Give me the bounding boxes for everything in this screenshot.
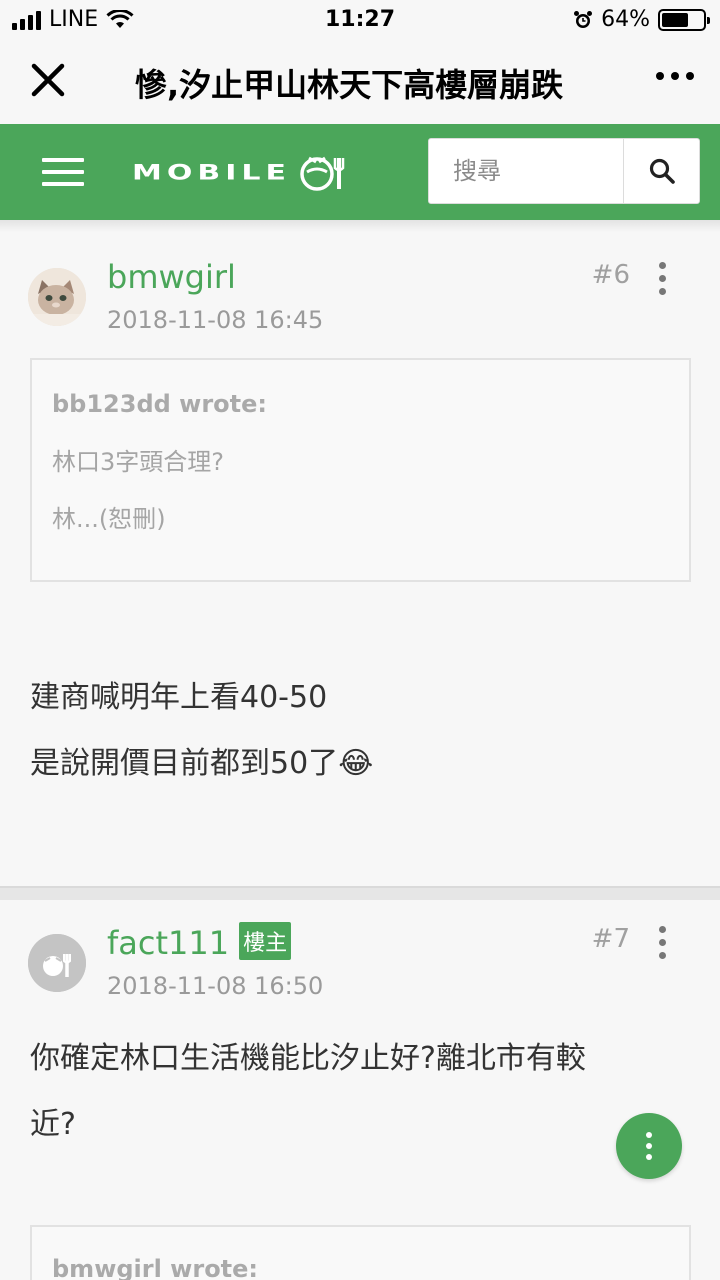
avatar[interactable] <box>28 934 86 992</box>
quote-line: 林...(恕刪) <box>52 505 166 533</box>
post-body-line: 是說開價目前都到50了😂 <box>30 746 374 781</box>
site-logo[interactable]: MOBILE <box>132 152 349 192</box>
post-timestamp: 2018-11-08 16:50 <box>107 972 324 1000</box>
default-avatar-icon <box>28 934 86 992</box>
floor-number: #6 <box>591 260 630 290</box>
laughing-emoji: 😂 <box>338 746 374 781</box>
post-timestamp: 2018-11-08 16:45 <box>107 306 324 334</box>
logo-text: MOBILE <box>132 159 291 185</box>
quote-block: bmwgirl wrote: <box>30 1225 691 1280</box>
quote-author: bb123dd wrote: <box>52 390 268 418</box>
cat-avatar-icon <box>28 268 86 326</box>
logo-mascot-icon <box>300 156 345 191</box>
page-title: 慘,汐止甲山林天下高樓層崩跌 <box>135 66 564 104</box>
avatar[interactable] <box>28 268 86 326</box>
floating-menu-button[interactable] <box>616 1113 682 1179</box>
post-6: bmwgirl 2018-11-08 16:45 #6 bb123dd wrot… <box>0 232 720 886</box>
search-button[interactable] <box>623 139 699 203</box>
quote-author: bmwgirl wrote: <box>52 1255 259 1280</box>
quote-line: 林口3字頭合理? <box>52 448 225 476</box>
post-body: 你確定林口生活機能比汐止好?離北市有較 近? <box>30 1026 690 1158</box>
post-7: fact111 樓主 2018-11-08 16:50 #7 你確定林口生活機能比… <box>0 900 720 1280</box>
post-body-line: 建商喊明年上看40-50 <box>30 680 328 715</box>
search-input[interactable] <box>429 139 623 203</box>
search-icon <box>649 158 675 184</box>
username[interactable]: bmwgirl <box>107 258 236 296</box>
post-options-icon[interactable] <box>659 926 666 959</box>
more-options-icon[interactable] <box>656 72 694 80</box>
post-body-line: 近? <box>30 1107 76 1142</box>
status-bar: LINE 11:27 64% <box>0 0 720 40</box>
search-box <box>428 138 700 204</box>
post-body-line: 你確定林口生活機能比汐止好?離北市有較 <box>30 1041 586 1076</box>
site-header: MOBILE <box>0 124 720 220</box>
browser-nav-bar: 慘,汐止甲山林天下高樓層崩跌 <box>0 40 720 124</box>
username[interactable]: fact111 <box>107 924 229 962</box>
status-right: 64% <box>573 7 710 32</box>
username-with-badge: fact111 樓主 <box>107 922 292 962</box>
battery-percent: 64% <box>601 7 650 32</box>
alarm-icon <box>574 10 593 28</box>
header-shadow <box>0 220 720 232</box>
op-badge: 樓主 <box>239 922 292 960</box>
post-divider <box>0 886 720 900</box>
close-icon[interactable] <box>28 60 68 100</box>
quote-block: bb123dd wrote: 林口3字頭合理? 林...(恕刪) <box>30 358 691 582</box>
post-body: 建商喊明年上看40-50 是說開價目前都到50了😂 <box>30 665 690 797</box>
menu-icon[interactable] <box>42 158 84 194</box>
floor-number: #7 <box>591 924 630 954</box>
battery-icon <box>658 8 710 31</box>
post-options-icon[interactable] <box>659 262 666 295</box>
